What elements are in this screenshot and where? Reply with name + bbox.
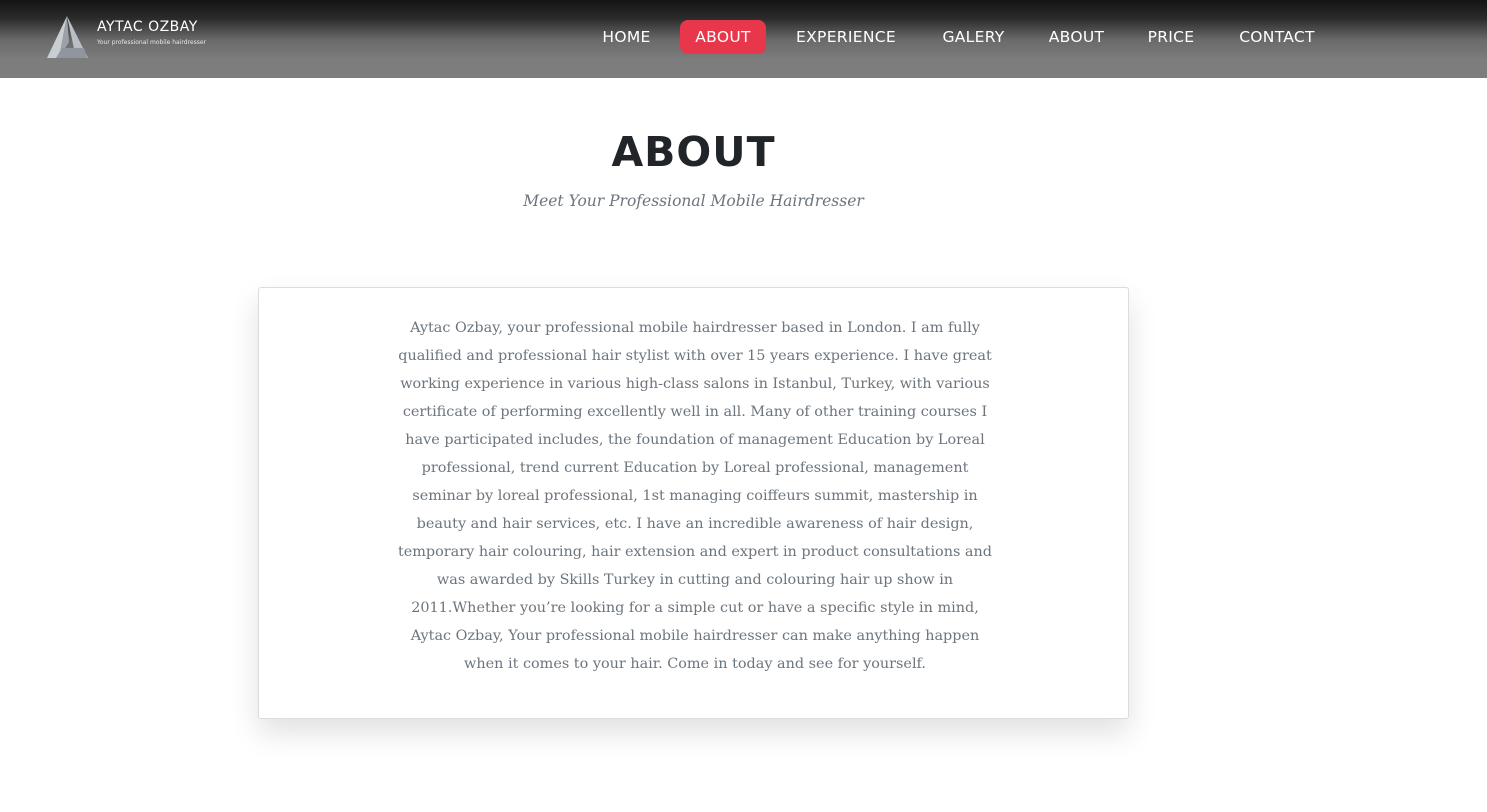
nav-about-active[interactable]: ABOUT [680,20,766,54]
nav-galery[interactable]: GALERY [933,20,1014,54]
nav-about[interactable]: ABOUT [1040,20,1113,54]
main-nav: HOME ABOUT EXPERIENCE GALERY ABOUT PRICE… [0,20,1487,54]
about-body-text: Aytac Ozbay, your professional mobile ha… [397,320,992,672]
nav-contact[interactable]: CONTACT [1230,20,1324,54]
nav-home[interactable]: HOME [593,20,660,54]
page-title: ABOUT [611,128,776,176]
nav-price[interactable]: PRICE [1139,20,1203,54]
about-card: Aytac Ozbay, your professional mobile ha… [258,287,1129,719]
top-navbar: AYTAC OZBAY Your professional mobile hai… [0,0,1487,78]
nav-experience[interactable]: EXPERIENCE [786,20,906,54]
page-subtitle: Meet Your Professional Mobile Hairdresse… [523,192,864,210]
